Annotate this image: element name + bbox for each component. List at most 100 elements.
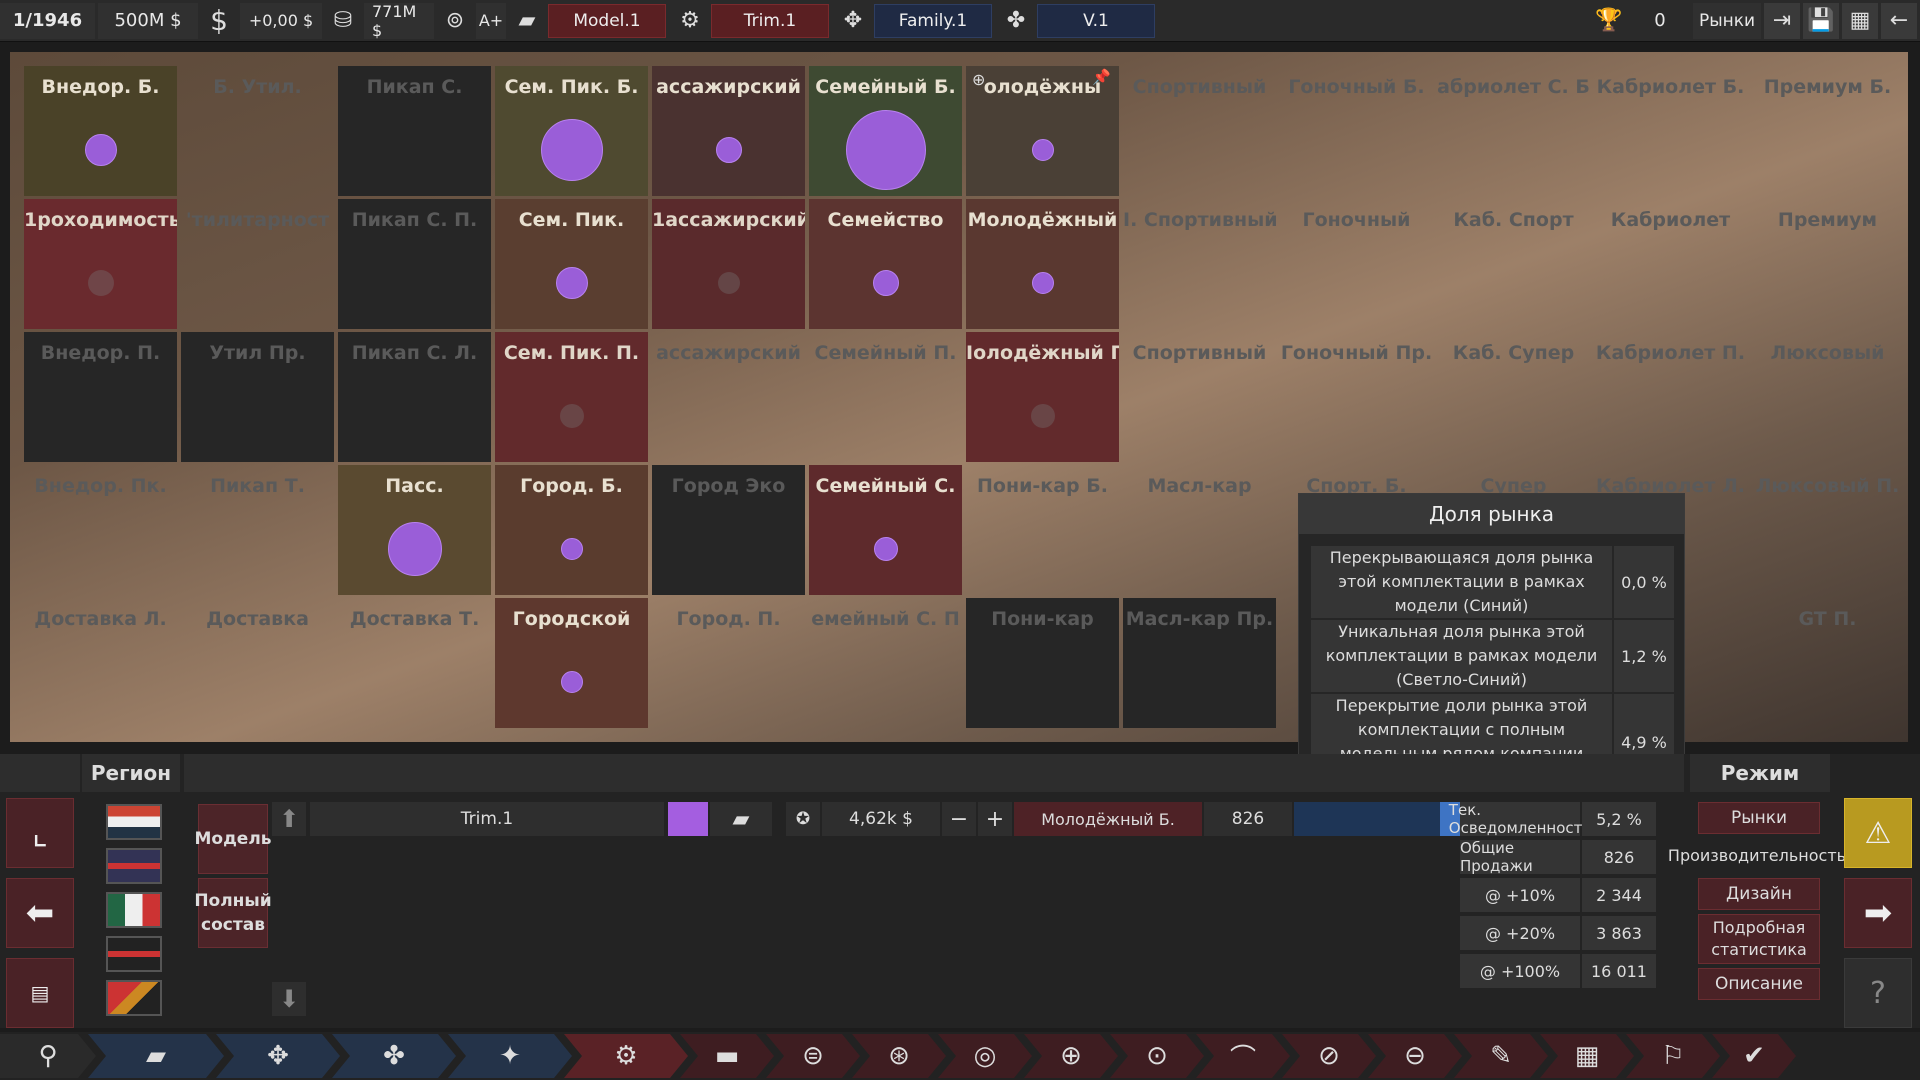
market-cell[interactable]: ассажирский [652,332,805,462]
mode-production-button[interactable]: Производительность [1668,840,1846,872]
market-cell[interactable]: Пони-кар [966,598,1119,728]
tab-paint-icon[interactable]: ✎ [1454,1034,1548,1078]
exit-icon[interactable]: ⇥ [1764,2,1800,39]
market-cell[interactable]: Город. П. [652,598,805,728]
region-flag-4[interactable] [106,936,162,972]
market-cell[interactable]: Кабриолет [1594,199,1747,329]
market-cell[interactable]: Семейство [809,199,962,329]
market-cell[interactable]: Пасс. [338,465,491,595]
family-name-field[interactable]: Family.1 [874,3,992,38]
tab-wheels-icon[interactable]: ⊕ [1024,1034,1118,1078]
market-cell[interactable]: Семейный П. [809,332,962,462]
scroll-up-button[interactable]: ⬆ [272,802,306,836]
market-cell[interactable]: Пикап С. [338,66,491,196]
rating-icon[interactable]: ⊚ [437,3,473,39]
tab-engine-tuning-icon[interactable]: ✦ [448,1034,572,1078]
price-minus-button[interactable]: − [942,802,976,836]
market-cell[interactable]: ассажирский [652,66,805,196]
region-flag-5[interactable] [106,980,162,1016]
region-flag-2[interactable] [106,848,162,884]
tab-interior-icon[interactable]: ⊘ [1282,1034,1376,1078]
market-cell[interactable]: I. Спортивный [1123,199,1276,329]
market-cell[interactable]: Внедор. П. [24,332,177,462]
market-cell[interactable]: Гоночный Пр. [1280,332,1433,462]
tab-calculator-icon[interactable]: ▦ [1540,1034,1634,1078]
market-cell[interactable]: Масл-кар Пр. [1123,598,1276,728]
tab-trim-select-icon[interactable]: ⚙ [564,1034,688,1078]
market-cell[interactable]: 1ассажирский [652,199,805,329]
trim-icon[interactable]: ⚙ [672,3,708,39]
tab-engine-icon[interactable]: ✤ [332,1034,456,1078]
market-cell[interactable]: Внедор. Пк. [24,465,177,595]
tab-chassis-icon[interactable]: ▬ [680,1034,774,1078]
market-cell[interactable]: Iолодёжный Г [966,332,1119,462]
market-cell[interactable]: Масл-кар [1123,465,1276,595]
stats-icon[interactable]: ▦ [1842,2,1878,39]
trim-color-swatch[interactable] [668,802,708,836]
car-body-icon[interactable]: ▰ [710,802,772,836]
market-cell[interactable]: Пикап С. Л. [338,332,491,462]
market-cell[interactable]: Спортивный [1123,332,1276,462]
tab-tires-icon[interactable]: ⊙ [1110,1034,1204,1078]
tab-safety-icon[interactable]: ⊖ [1368,1034,1462,1078]
trim-row[interactable]: Trim.1 ▰ ✪ 4,62k $ − + Молодёжный Б. 826 [310,802,1480,836]
market-cell[interactable]: олодёжны ⊕ 📌 [966,66,1119,196]
market-cell[interactable]: Семейный Б. [809,66,962,196]
tab-car-body-icon[interactable]: ▰ [88,1034,224,1078]
region-flag-3[interactable] [106,892,162,928]
save-icon[interactable]: 💾 [1803,2,1839,39]
market-cell[interactable]: абриолет С. Б [1437,66,1590,196]
market-cell[interactable]: Городской [495,598,648,728]
market-cell[interactable]: Семейный С. [809,465,962,595]
market-cell[interactable]: Люксовый [1751,332,1904,462]
market-cell[interactable]: Кабриолет П. [1594,332,1747,462]
market-cell[interactable]: Доставка Л. [24,598,177,728]
family-icon[interactable]: ✥ [835,3,871,39]
region-flag-1[interactable] [106,804,162,840]
market-cell[interactable]: Каб. Спорт [1437,199,1590,329]
market-cell[interactable]: GT П. [1751,598,1904,728]
car-icon[interactable]: ▰ [509,3,545,39]
target-market-field[interactable]: Молодёжный Б. [1014,802,1202,836]
previous-button[interactable]: ⬅ [6,878,74,948]
mode-detailed-stats-button[interactable]: Подробная статистика [1698,914,1820,964]
market-cell[interactable]: Гоночный [1280,199,1433,329]
markets-label[interactable]: Рынки [1693,2,1761,39]
version-field[interactable]: V.1 [1037,3,1155,38]
market-cell[interactable]: Пикап Т. [181,465,334,595]
market-cell[interactable]: Каб. Супер [1437,332,1590,462]
tab-engine-family-icon[interactable]: ✥ [216,1034,340,1078]
full-lineup-button[interactable]: Полный состав [194,878,272,948]
market-cell[interactable]: Молодёжный [966,199,1119,329]
tab-drivetrain-icon[interactable]: ⊛ [852,1034,946,1078]
market-cell[interactable]: Доставка Т. [338,598,491,728]
warning-button[interactable]: ⚠ [1844,798,1912,868]
market-cell[interactable]: Гоночный Б. [1280,66,1433,196]
market-cell[interactable]: Премиум Б. [1751,66,1904,196]
tab-test-track-icon[interactable]: ⚐ [1626,1034,1720,1078]
help-button[interactable]: ? [1844,958,1912,1028]
target-icon[interactable]: ⊕ [972,70,985,89]
xp-button[interactable]: ▤ [6,958,74,1028]
market-cell[interactable]: Сем. Пик. П. [495,332,648,462]
market-cell[interactable]: Город. Б. [495,465,648,595]
market-cell[interactable]: Премиум [1751,199,1904,329]
market-cell[interactable]: 1роходимость [24,199,177,329]
market-cell[interactable]: Сем. Пик. [495,199,648,329]
pin-icon[interactable]: 📌 [1092,68,1111,86]
market-cell[interactable]: емейный С. П [809,598,962,728]
price-plus-button[interactable]: + [978,802,1012,836]
tab-done-icon[interactable]: ✔ [1712,1034,1796,1078]
market-cell[interactable]: Внедор. Б. [24,66,177,196]
tab-trim-icon[interactable]: ⚲ [0,1034,96,1078]
market-cell[interactable]: Кабриолет Б. [1594,66,1747,196]
market-cell[interactable]: Доставка [181,598,334,728]
mode-description-button[interactable]: Описание [1698,968,1820,1000]
price-field[interactable]: 4,62k $ [822,802,940,836]
next-button[interactable]: ➡ [1844,878,1912,948]
dollar-icon[interactable]: $ [201,3,237,39]
market-cell[interactable]: Утил Пр. [181,332,334,462]
market-cell[interactable]: Пикап С. П. [338,199,491,329]
tab-aero-icon[interactable]: ⌒ [1196,1034,1290,1078]
trim-name-field[interactable]: Trim.1 [711,3,829,38]
